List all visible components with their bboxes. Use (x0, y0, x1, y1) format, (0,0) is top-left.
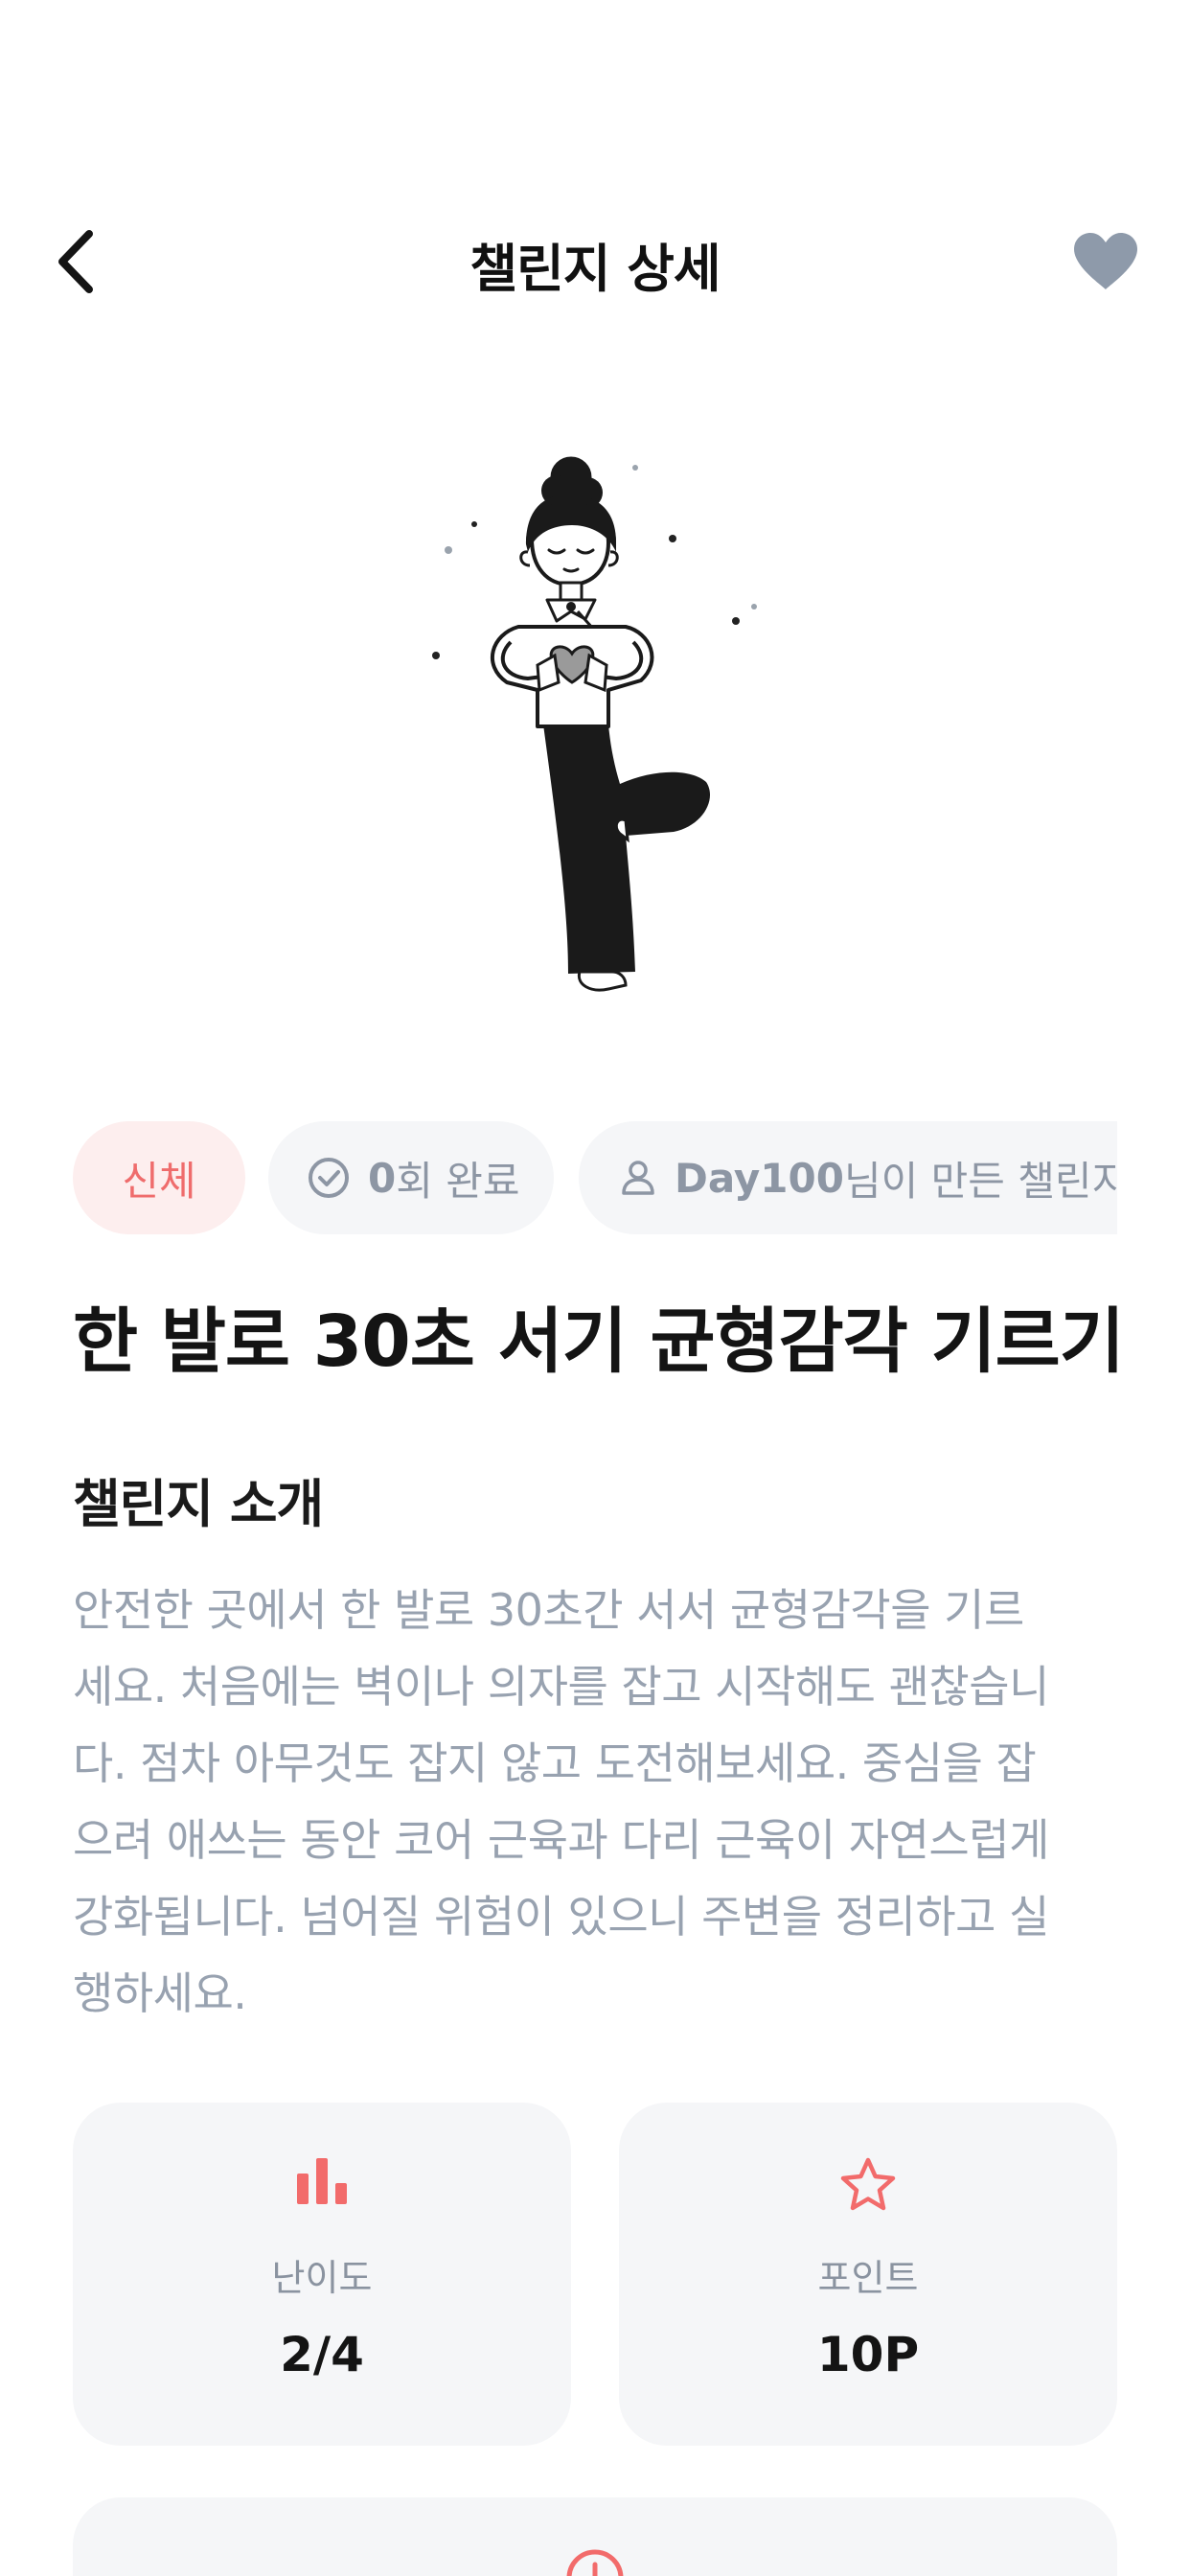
description-line: 으려 애쓰는 동안 코어 근육과 다리 근육이 자연스럽게 (73, 1814, 1049, 1866)
star-icon (840, 2157, 896, 2211)
points-card: 포인트 10P (619, 2103, 1117, 2446)
creator-suffix: 님이 만든 챌린지 (843, 1157, 1117, 1205)
bar-chart-icon (297, 2158, 347, 2204)
description-line: 세요. 처음에는 벽이나 의자를 잡고 시작해도 괜찮습니 (73, 1661, 1049, 1713)
creator-chip: Day100 님이 만든 챌린지 (579, 1121, 1117, 1234)
difficulty-label: 난이도 (271, 2257, 373, 2299)
category-chip: 신체 (73, 1121, 245, 1234)
points-value: 10P (816, 2327, 920, 2382)
yoga-illustration (403, 439, 787, 1004)
challenge-chips: 신체 0 회 완료 Day100 님이 만든 챌린지 (73, 1121, 1117, 1236)
completed-count: 0 (368, 1154, 397, 1202)
challenge-description: 안전한 곳에서 한 발로 30초간 서서 균형감각을 기르 세요. 처음에는 벽… (73, 1572, 1117, 2032)
yoga-tree-pose-illustration (432, 456, 757, 992)
points-label: 포인트 (817, 2257, 919, 2299)
description-line: 강화됩니다. 넘어질 위험이 있으니 주변을 정리하고 실 (73, 1891, 1049, 1943)
description-line: 행하세요. (73, 1967, 247, 2019)
page-title: 챌린지 상세 (469, 239, 721, 299)
check-circle-icon (307, 1156, 351, 1200)
duration-card (73, 2497, 1117, 2576)
header: 챌린지 상세 (0, 192, 1190, 332)
completed-suffix: 회 완료 (396, 1157, 520, 1205)
difficulty-value: 2/4 (280, 2327, 364, 2382)
challenge-detail-screen: 챌린지 상세 신체 0 회 완료 Day100 님이 만든 챌린지 한 발로 3… (0, 0, 1190, 2576)
like-button[interactable] (1060, 218, 1152, 305)
category-label: 신체 (122, 1157, 196, 1205)
person-icon (619, 1159, 657, 1197)
description-line: 안전한 곳에서 한 발로 30초간 서서 균형감각을 기르 (73, 1584, 1024, 1636)
difficulty-card: 난이도 2/4 (73, 2103, 571, 2446)
completed-count-chip: 0 회 완료 (268, 1121, 554, 1234)
heart-icon (1074, 233, 1137, 289)
creator-name: Day100 (675, 1154, 844, 1202)
section-heading-intro: 챌린지 소개 (73, 1474, 324, 1534)
challenge-title: 한 발로 30초 서기 균형감각 기르기 (73, 1300, 1125, 1383)
description-line: 다. 점차 아무것도 잡지 않고 도전해보세요. 중심을 잡 (73, 1737, 1037, 1789)
clock-icon (566, 2549, 624, 2576)
